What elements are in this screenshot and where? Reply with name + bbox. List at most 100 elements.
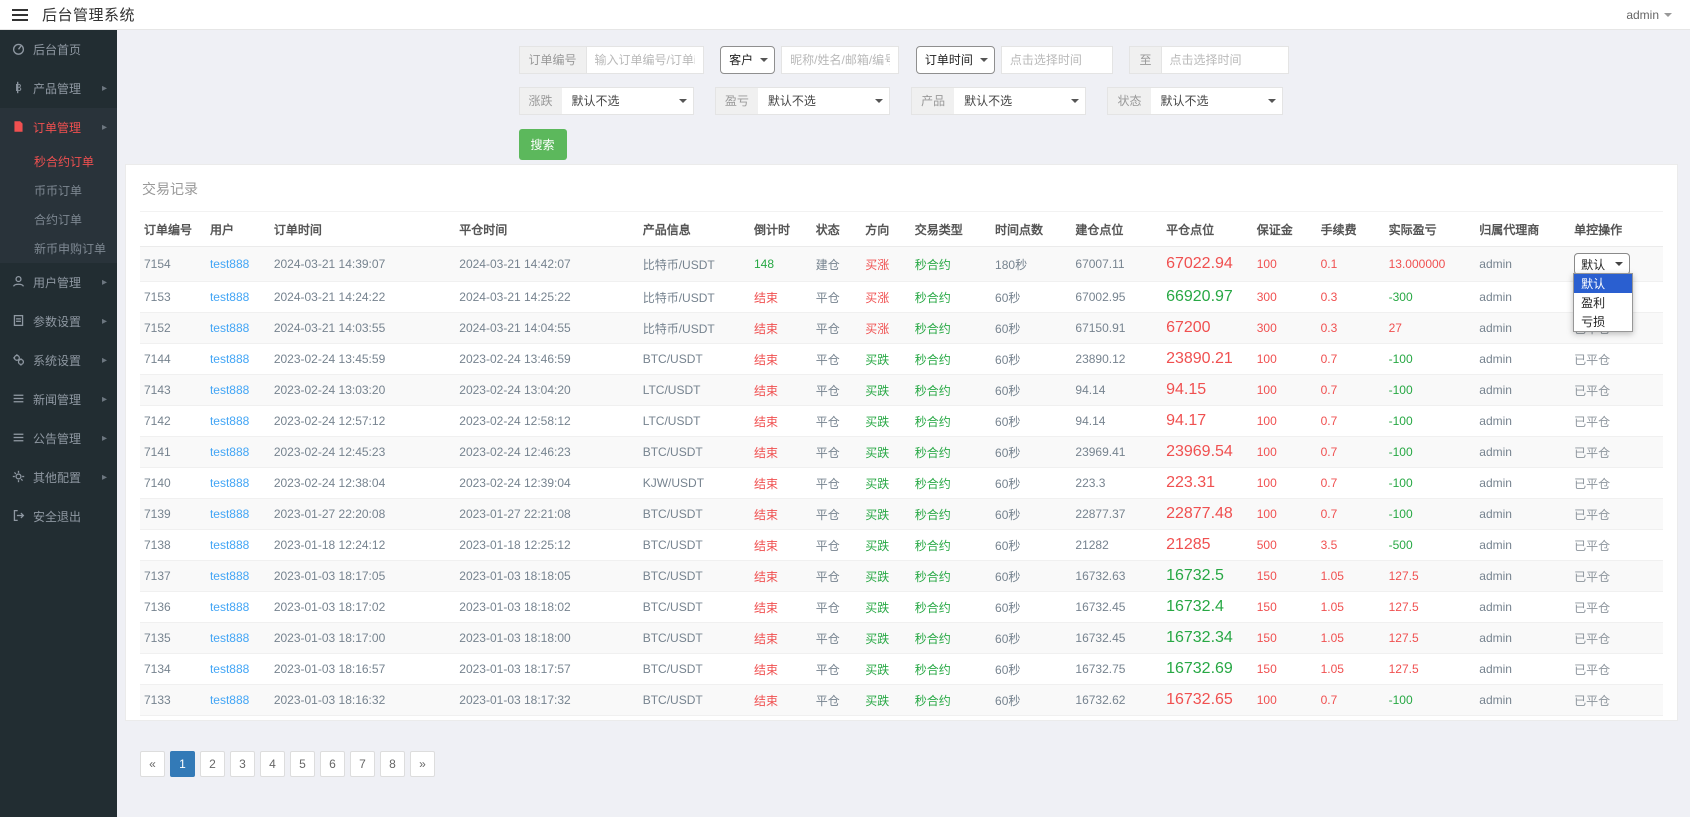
user-link[interactable]: test888: [205, 281, 270, 313]
trade-type: 秒合约: [910, 684, 992, 716]
page-button-1[interactable]: 1: [170, 751, 195, 777]
countdown: 结束: [749, 374, 812, 406]
user-link[interactable]: test888: [205, 622, 270, 654]
dropdown-option[interactable]: 亏损: [1574, 312, 1632, 331]
status: 建仓: [811, 246, 862, 282]
updown-select[interactable]: 默认不选: [561, 87, 694, 115]
sidebar-item-label: 其他配置: [33, 471, 82, 485]
margin: 100: [1252, 374, 1317, 406]
order-id: 7141: [140, 436, 206, 468]
close-time: 2023-01-03 18:18:02: [455, 591, 639, 623]
product-select[interactable]: 默认不选: [954, 87, 1087, 115]
time-to-input[interactable]: [1160, 46, 1289, 74]
dropdown-option[interactable]: 默认: [1574, 274, 1633, 293]
search-button[interactable]: 搜索: [518, 129, 567, 160]
user-link[interactable]: test888: [205, 312, 270, 344]
customer-type-select[interactable]: 客户: [720, 46, 776, 74]
trade-type: 秒合约: [910, 246, 992, 282]
user-link[interactable]: test888: [205, 405, 270, 437]
sidebar-item-3[interactable]: 用户管理 ▸: [0, 263, 117, 302]
table-row: 7154 test888 2024-03-21 14:39:07 2024-03-21…: [140, 246, 1663, 332]
page-button-4[interactable]: 4: [260, 751, 285, 777]
hamburger-menu-icon[interactable]: [12, 8, 28, 21]
duration: 60秒: [991, 405, 1072, 437]
user-link[interactable]: test888: [205, 436, 270, 468]
user-link[interactable]: test888: [205, 529, 270, 561]
open-price: 22877.37: [1071, 498, 1163, 530]
page-prev-button[interactable]: «: [140, 751, 165, 777]
close-price: 23890.21: [1162, 343, 1253, 375]
status: 平仓: [811, 684, 862, 716]
open-time: 2023-01-03 18:17:00: [269, 622, 456, 654]
sidebar-subitem-3[interactable]: 新币申购订单: [0, 234, 117, 263]
user-link[interactable]: test888: [205, 653, 270, 685]
profit: -100: [1384, 684, 1476, 716]
user-link[interactable]: test888: [205, 343, 270, 375]
duration: 60秒: [991, 436, 1072, 468]
duration: 60秒: [991, 281, 1072, 313]
sidebar-item-6[interactable]: 新闻管理 ▸: [0, 380, 117, 419]
column-header: 状态: [811, 212, 862, 247]
chevron-right-icon: ▸: [101, 122, 107, 133]
page-button-7[interactable]: 7: [350, 751, 375, 777]
close-price: 94.17: [1162, 405, 1253, 437]
sidebar-item-7[interactable]: 公告管理 ▸: [0, 419, 117, 458]
profit-select[interactable]: 默认不选: [757, 87, 890, 115]
sidebar-item-label: 参数设置: [33, 315, 82, 329]
user-link[interactable]: test888: [205, 560, 270, 592]
user-link[interactable]: test888: [205, 246, 270, 282]
table-header-row: 订单编号 用户 订单时间 平仓时间 产品信息 倒计时 状态 方向 交易类型 时间点数 建仓点位 平仓点…: [140, 212, 1663, 247]
status: 平仓: [811, 653, 862, 685]
page-button-6[interactable]: 6: [320, 751, 345, 777]
sidebar-subitem-2[interactable]: 合约订单: [0, 205, 117, 234]
user-link[interactable]: test888: [205, 374, 270, 406]
sidebar-item-2[interactable]: 订单管理 ▸: [0, 108, 117, 147]
dropdown-option[interactable]: 盈利: [1574, 293, 1632, 312]
time-from-input[interactable]: [1000, 46, 1113, 74]
page-button-3[interactable]: 3: [230, 751, 255, 777]
user-link[interactable]: test888: [205, 467, 270, 499]
order-no-input[interactable]: [585, 46, 704, 74]
sidebar-item-9[interactable]: 安全退出: [0, 497, 117, 536]
sidebar-subitem-1[interactable]: 币币订单: [0, 176, 117, 205]
order-id: 7139: [140, 498, 206, 530]
user-menu[interactable]: admin: [1626, 8, 1672, 22]
column-header: 时间点数: [991, 212, 1072, 247]
fee: 0.7: [1316, 374, 1385, 406]
agent: admin: [1475, 560, 1571, 592]
close-price: 16732.4: [1162, 591, 1253, 623]
order-control-select[interactable]: 默认: [1574, 253, 1631, 275]
order-id: 7153: [140, 281, 206, 313]
sidebar-item-4[interactable]: 参数设置 ▸: [0, 302, 117, 341]
trade-records-table: 订单编号 用户 订单时间 平仓时间 产品信息 倒计时 状态 方向 交易类型 时间点数 建仓点位 平仓点…: [140, 212, 1663, 716]
column-header: 归属代理商: [1475, 212, 1571, 247]
sidebar-subitem-0[interactable]: 秒合约订单: [0, 147, 117, 176]
user-link[interactable]: test888: [205, 684, 270, 716]
news-icon: [12, 392, 25, 408]
open-price: 94.14: [1071, 374, 1163, 406]
page-button-5[interactable]: 5: [290, 751, 315, 777]
page-button-8[interactable]: 8: [380, 751, 405, 777]
margin: 100: [1252, 467, 1317, 499]
column-header: 倒计时: [749, 212, 812, 247]
sidebar-item-8[interactable]: 其他配置 ▸: [0, 458, 117, 497]
fee: 1.05: [1316, 591, 1385, 623]
user-link[interactable]: test888: [205, 591, 270, 623]
column-header: 建仓点位: [1071, 212, 1163, 247]
sidebar-item-1[interactable]: B 产品管理 ▸: [0, 69, 117, 108]
customer-input[interactable]: [781, 46, 900, 74]
close-price: 67022.94: [1162, 246, 1253, 282]
page-next-button[interactable]: »: [410, 751, 435, 777]
sidebar-item-0[interactable]: 后台首页: [0, 30, 117, 69]
page-button-2[interactable]: 2: [200, 751, 225, 777]
time-type-select[interactable]: 订单时间: [915, 46, 995, 74]
sidebar-item-5[interactable]: 系统设置 ▸: [0, 341, 117, 380]
dashboard-icon: [12, 42, 25, 58]
column-header: 方向: [861, 212, 911, 247]
status-select[interactable]: 默认不选: [1150, 87, 1283, 115]
agent: admin: [1475, 622, 1571, 654]
action-cell: 已平仓: [1570, 560, 1663, 592]
user-link[interactable]: test888: [205, 498, 270, 530]
product-name: BTC/USDT: [638, 529, 750, 561]
order-id: 7133: [140, 684, 206, 716]
